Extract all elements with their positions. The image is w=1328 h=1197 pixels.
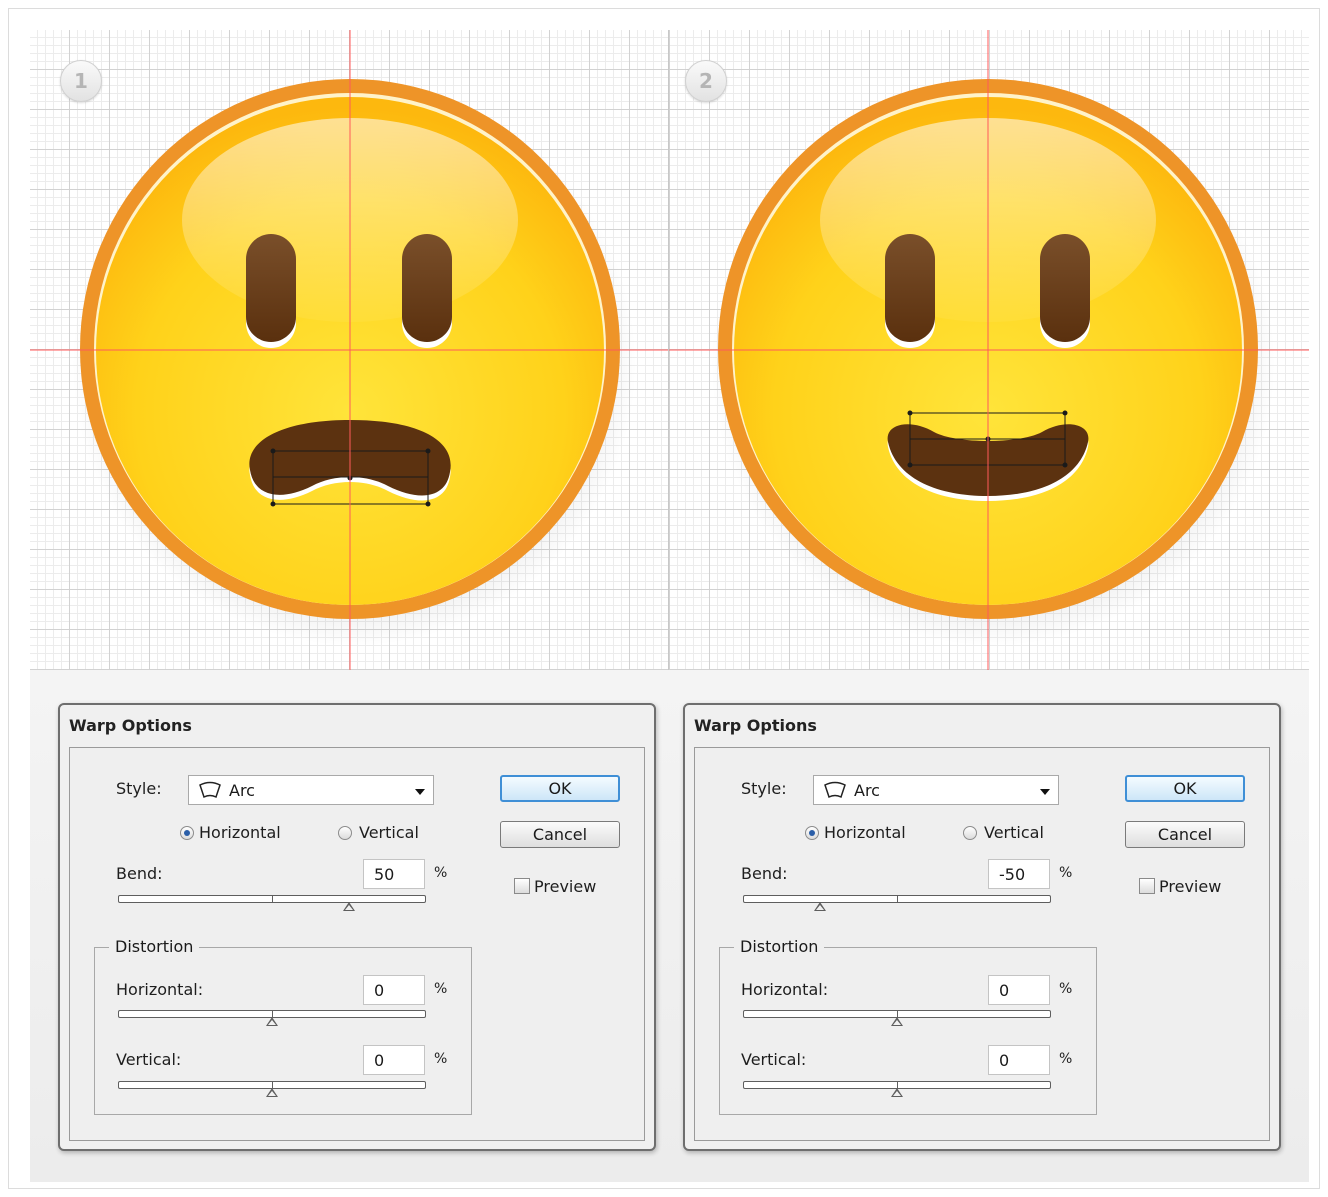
distortion-vertical-label: Vertical: xyxy=(741,1050,807,1069)
horizontal-radio-label: Horizontal xyxy=(824,823,906,842)
distortion-horizontal-thumb[interactable] xyxy=(891,1017,903,1026)
horizontal-radio[interactable] xyxy=(180,826,194,840)
bend-input[interactable]: 50 xyxy=(363,859,425,889)
bend-label: Bend: xyxy=(116,864,163,883)
step-badge-1: 1 xyxy=(60,60,102,102)
smiley-happy xyxy=(669,30,1309,670)
dialog-title: Warp Options xyxy=(69,716,192,735)
bend-percent: % xyxy=(434,865,448,881)
distortion-horizontal-percent: % xyxy=(434,981,448,997)
bend-slider[interactable] xyxy=(743,895,1051,903)
bend-slider[interactable] xyxy=(118,895,426,903)
bend-label: Bend: xyxy=(741,864,788,883)
preview-label: Preview xyxy=(534,877,597,896)
step-badge-2: 2 xyxy=(685,60,727,102)
vertical-radio-label: Vertical xyxy=(359,823,419,842)
warp-options-dialog-1: Warp Options Style: Arc Horizontal Verti… xyxy=(58,703,656,1151)
distortion-horizontal-label: Horizontal: xyxy=(741,980,829,999)
right-eye xyxy=(1040,234,1090,342)
style-label: Style: xyxy=(741,779,787,798)
distortion-vertical-percent: % xyxy=(434,1051,448,1067)
style-dropdown[interactable]: Arc xyxy=(188,775,434,805)
horizontal-radio[interactable] xyxy=(805,826,819,840)
preview-checkbox[interactable] xyxy=(1139,878,1155,894)
distortion-horizontal-label: Horizontal: xyxy=(116,980,204,999)
distortion-horizontal-thumb[interactable] xyxy=(266,1017,278,1026)
dialog-title: Warp Options xyxy=(694,716,817,735)
arc-warp-icon xyxy=(199,781,221,799)
cancel-button[interactable]: Cancel xyxy=(500,821,620,848)
distortion-horizontal-percent: % xyxy=(1059,981,1073,997)
right-eye xyxy=(402,234,452,342)
warp-options-dialog-2: Warp Options Style: Arc Horizontal Verti… xyxy=(683,703,1281,1151)
smiley-sad xyxy=(30,30,668,670)
ok-button[interactable]: OK xyxy=(500,775,620,802)
distortion-horizontal-input[interactable]: 0 xyxy=(363,975,425,1005)
distortion-vertical-input[interactable]: 0 xyxy=(988,1045,1050,1075)
dialog-body: Style: Arc Horizontal Vertical Bend: -50… xyxy=(694,747,1270,1141)
bend-slider-thumb[interactable] xyxy=(814,902,826,911)
horizontal-radio-label: Horizontal xyxy=(199,823,281,842)
preview-checkbox[interactable] xyxy=(514,878,530,894)
style-dropdown[interactable]: Arc xyxy=(813,775,1059,805)
left-eye xyxy=(885,234,935,342)
distortion-vertical-label: Vertical: xyxy=(116,1050,182,1069)
arc-warp-icon xyxy=(824,781,846,799)
style-value: Arc xyxy=(854,781,880,800)
ok-button[interactable]: OK xyxy=(1125,775,1245,802)
chevron-down-icon xyxy=(415,789,425,795)
vertical-radio-label: Vertical xyxy=(984,823,1044,842)
dialog-body: Style: Arc Horizontal Vertical Bend: 50 … xyxy=(69,747,645,1141)
bend-input[interactable]: -50 xyxy=(988,859,1050,889)
smileys-illustration xyxy=(30,30,1309,670)
left-eye xyxy=(246,234,296,342)
bend-percent: % xyxy=(1059,865,1073,881)
distortion-vertical-thumb[interactable] xyxy=(266,1088,278,1097)
bend-slider-thumb[interactable] xyxy=(343,902,355,911)
vertical-radio[interactable] xyxy=(963,826,977,840)
distortion-legend: Distortion xyxy=(109,937,200,956)
artboard-canvas: 1 2 xyxy=(30,30,1309,670)
distortion-horizontal-input[interactable]: 0 xyxy=(988,975,1050,1005)
distortion-vertical-input[interactable]: 0 xyxy=(363,1045,425,1075)
chevron-down-icon xyxy=(1040,789,1050,795)
style-label: Style: xyxy=(116,779,162,798)
distortion-legend: Distortion xyxy=(734,937,825,956)
vertical-radio[interactable] xyxy=(338,826,352,840)
distortion-vertical-percent: % xyxy=(1059,1051,1073,1067)
style-value: Arc xyxy=(229,781,255,800)
cancel-button[interactable]: Cancel xyxy=(1125,821,1245,848)
distortion-vertical-thumb[interactable] xyxy=(891,1088,903,1097)
preview-label: Preview xyxy=(1159,877,1222,896)
distortion-group: Distortion xyxy=(719,937,1097,1115)
distortion-group: Distortion xyxy=(94,937,472,1115)
